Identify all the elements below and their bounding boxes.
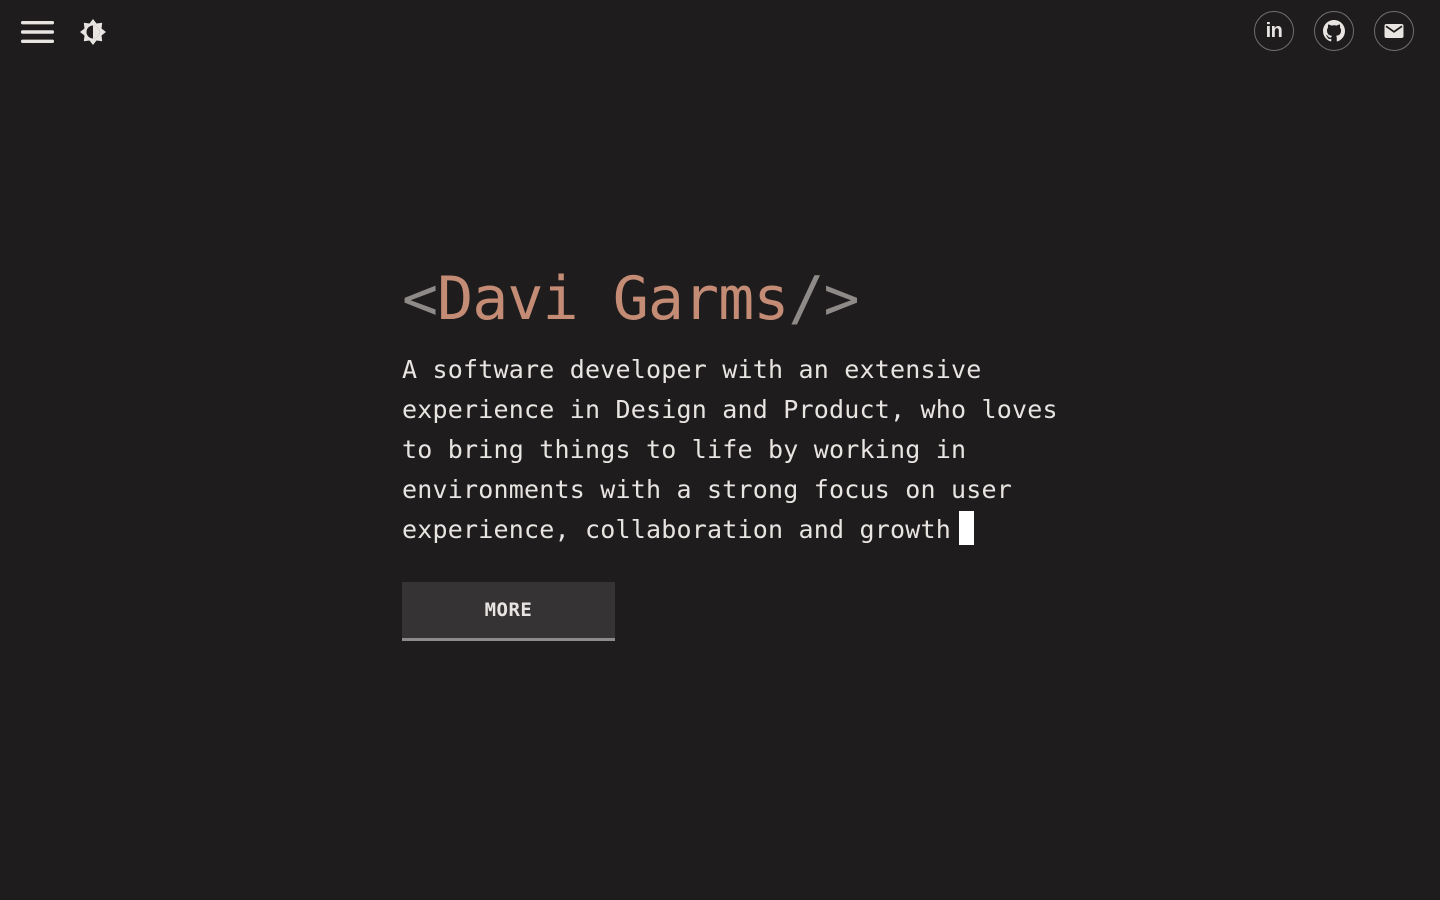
email-button[interactable]: [1374, 11, 1414, 51]
page-title: <Davi Garms/>: [402, 262, 1082, 336]
brightness-icon: [80, 19, 106, 45]
github-icon: [1323, 20, 1345, 42]
more-button[interactable]: MORE: [402, 582, 615, 641]
email-icon: [1384, 24, 1404, 38]
linkedin-button[interactable]: in: [1254, 11, 1294, 51]
name-text: Davi Garms: [437, 264, 789, 334]
open-bracket: <: [402, 264, 438, 334]
theme-toggle-button[interactable]: [74, 13, 112, 51]
github-button[interactable]: [1314, 11, 1354, 51]
linkedin-icon: in: [1265, 20, 1283, 42]
bio-paragraph: A software developer with an extensive e…: [402, 350, 1072, 550]
hero-section: <Davi Garms/> A software developer with …: [402, 262, 1082, 641]
typing-cursor: [959, 511, 975, 545]
top-bar: in: [0, 0, 1440, 66]
hamburger-menu-icon: [21, 21, 54, 43]
menu-button[interactable]: [18, 13, 58, 51]
close-bracket: />: [788, 264, 859, 334]
page: in <Davi Garms/> A software developer wi…: [0, 0, 1440, 900]
